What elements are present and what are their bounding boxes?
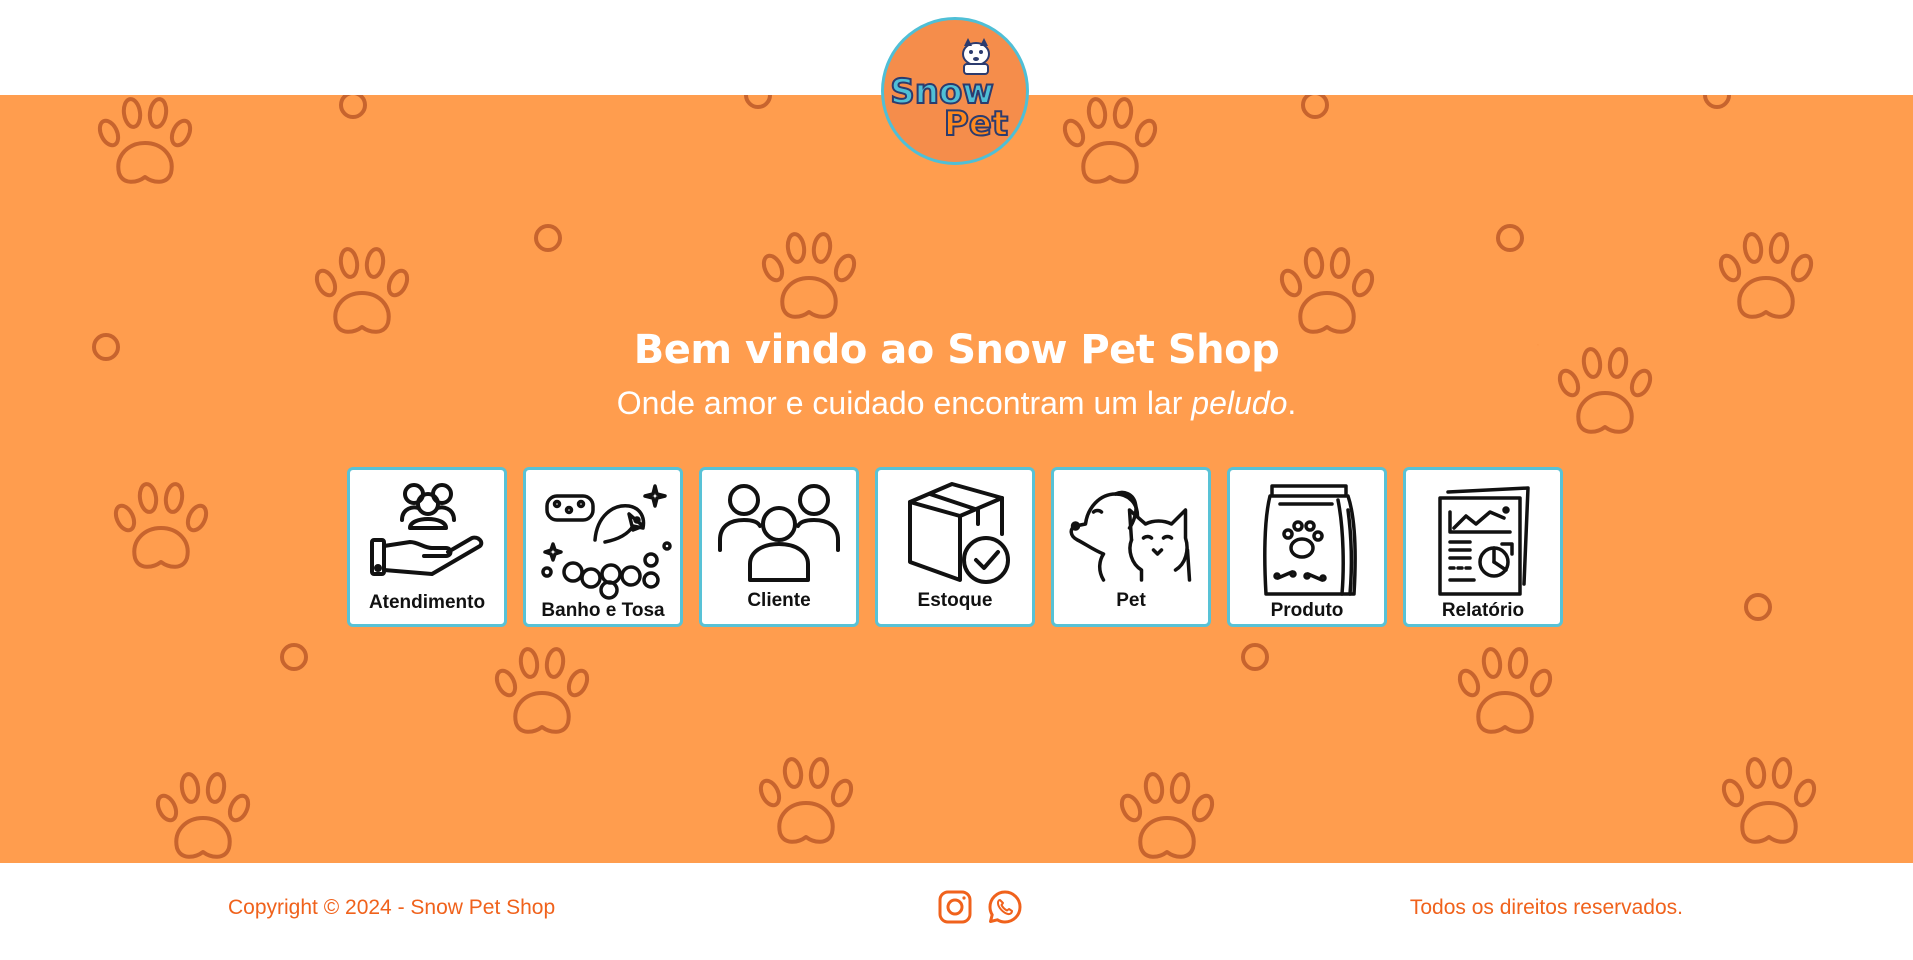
footer-copyright: Copyright © 2024 - Snow Pet Shop (228, 896, 556, 919)
menu-card-produto[interactable]: Produto (1227, 467, 1387, 627)
box-check-icon (908, 482, 1010, 584)
hero-title: Bem vindo ao Snow Pet Shop (633, 327, 1280, 373)
menu-card-label: Cliente (747, 590, 811, 611)
menu-card-banho-e-tosa[interactable]: Banho e Tosa (523, 467, 683, 627)
snow-pet-logo-icon: Snow Pet (889, 38, 1009, 145)
footer-rights: Todos os direitos reservados. (1409, 896, 1683, 919)
dog-bath-icon (541, 484, 672, 600)
dog-cat-icon (1069, 490, 1192, 582)
menu-card-label: Pet (1116, 590, 1146, 611)
hero-subtitle: Onde amor e cuidado encontram um lar pel… (0, 385, 1913, 422)
hand-people-icon (370, 483, 484, 576)
menu-card-atendimento[interactable]: Atendimento (347, 467, 507, 627)
menu-card-relatorio[interactable]: Relatório (1403, 467, 1563, 627)
clients-group-icon (718, 484, 840, 582)
menu-card-estoque[interactable]: Estoque (875, 467, 1035, 627)
hero-subtitle-text: Onde amor e cuidado encontram um lar (616, 385, 1192, 421)
report-chart-icon (1438, 486, 1530, 596)
menu-card-label: Banho e Tosa (541, 600, 665, 621)
menu-card-label: Produto (1270, 600, 1344, 621)
logo-text-pet: Pet (944, 104, 1008, 144)
whatsapp-icon[interactable] (987, 889, 1023, 925)
pet-food-bag-icon (1263, 484, 1357, 596)
footer: Copyright © 2024 - Snow Pet Shop Todos o… (0, 863, 1913, 960)
menu-cards: Atendimento Banho e Tosa Cliente Estoque… (347, 467, 1567, 627)
menu-card-label: Atendimento (368, 592, 486, 613)
brand-logo[interactable]: Snow Pet (881, 17, 1029, 165)
instagram-icon[interactable] (937, 889, 973, 925)
menu-card-cliente[interactable]: Cliente (699, 467, 859, 627)
menu-card-label: Relatório (1441, 600, 1525, 621)
menu-card-label: Estoque (917, 590, 993, 611)
hero-section: Bem vindo ao Snow Pet Shop Onde amor e c… (0, 95, 1913, 863)
menu-card-pet[interactable]: Pet (1051, 467, 1211, 627)
hero-subtitle-suffix: . (1287, 385, 1297, 421)
page: Snow Pet Bem vindo ao Snow Pet Shop Onde… (0, 0, 1913, 960)
hero-subtitle-emphasis: peludo (1191, 385, 1288, 421)
